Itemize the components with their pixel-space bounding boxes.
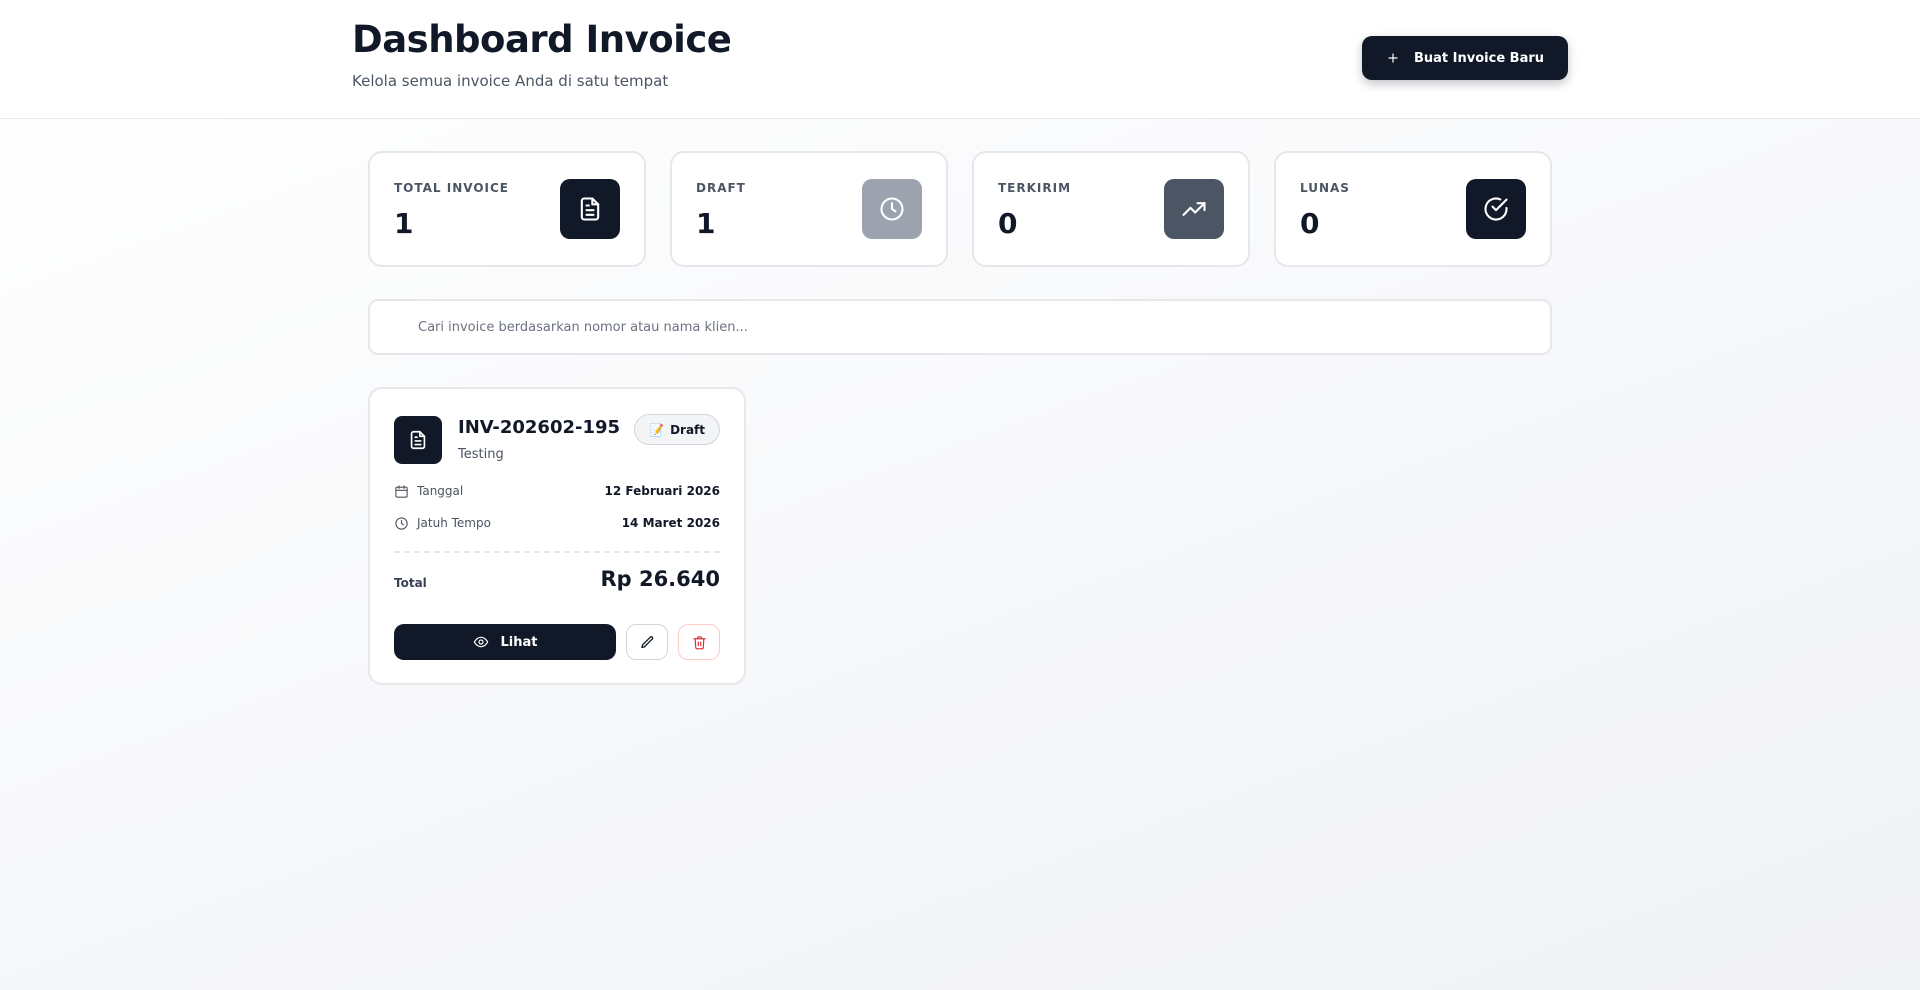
due-date-label: Jatuh Tempo	[417, 516, 491, 530]
memo-icon: 📝	[649, 422, 665, 437]
clock-icon	[395, 516, 408, 530]
trash-icon	[692, 635, 706, 649]
stat-card-sent: TERKIRIM 0	[972, 151, 1250, 267]
stat-icon-box	[560, 179, 620, 239]
invoice-doc-badge	[394, 416, 442, 464]
due-date-row: Jatuh Tempo 14 Maret 2026	[394, 513, 720, 533]
new-invoice-button[interactable]: Buat Invoice Baru	[1362, 36, 1568, 80]
app-header: Dashboard Invoice Kelola semua invoice A…	[0, 0, 1920, 119]
stat-label: TERKIRIM	[998, 181, 1072, 195]
stat-label: TOTAL INVOICE	[394, 181, 510, 195]
stat-card-total: TOTAL INVOICE 1	[368, 151, 646, 267]
invoice-number: INV-202602-195	[458, 417, 621, 438]
delete-invoice-button[interactable]	[678, 624, 720, 660]
search-input[interactable]	[418, 301, 1538, 353]
date-label: Tanggal	[417, 484, 464, 498]
invoice-card[interactable]: INV-202602-195 Testing 📝 Draft Tanggal 1…	[368, 387, 746, 685]
stat-value: 0	[1300, 207, 1320, 240]
page-subtitle: Kelola semua invoice Anda di satu tempat	[352, 72, 669, 90]
stat-value: 1	[394, 207, 414, 240]
status-badge: 📝 Draft	[634, 414, 720, 445]
stat-icon-box	[1466, 179, 1526, 239]
view-label: Lihat	[500, 634, 538, 650]
status-text: Draft	[670, 422, 705, 437]
stat-icon-box	[862, 179, 922, 239]
stat-value: 0	[998, 207, 1018, 240]
document-icon	[580, 197, 600, 221]
invoice-client: Testing	[458, 447, 504, 462]
eye-icon	[473, 636, 488, 648]
edit-invoice-button[interactable]	[626, 624, 668, 660]
stat-label: LUNAS	[1300, 181, 1350, 195]
stat-card-draft: DRAFT 1	[670, 151, 948, 267]
stat-icon-box	[1164, 179, 1224, 239]
new-invoice-label: Buat Invoice Baru	[1413, 50, 1545, 66]
stat-card-paid: LUNAS 0	[1274, 151, 1552, 267]
date-value: 12 Februari 2026	[604, 484, 720, 498]
view-invoice-button[interactable]: Lihat	[394, 624, 616, 660]
due-date-value: 14 Maret 2026	[621, 516, 720, 530]
plus-icon	[1388, 53, 1398, 63]
calendar-icon	[395, 484, 408, 498]
total-label: Total	[394, 576, 427, 590]
stat-label: DRAFT	[696, 181, 746, 195]
total-value: Rp 26.640	[600, 567, 720, 591]
page-title: Dashboard Invoice	[352, 18, 732, 61]
trending-up-icon	[1182, 202, 1206, 216]
check-circle-icon	[1484, 197, 1508, 221]
date-row: Tanggal 12 Februari 2026	[394, 481, 720, 501]
pencil-icon	[640, 635, 653, 648]
stat-value: 1	[696, 207, 716, 240]
document-icon	[410, 430, 426, 450]
search-box	[368, 299, 1552, 355]
divider	[394, 551, 720, 553]
clock-icon	[880, 197, 904, 221]
